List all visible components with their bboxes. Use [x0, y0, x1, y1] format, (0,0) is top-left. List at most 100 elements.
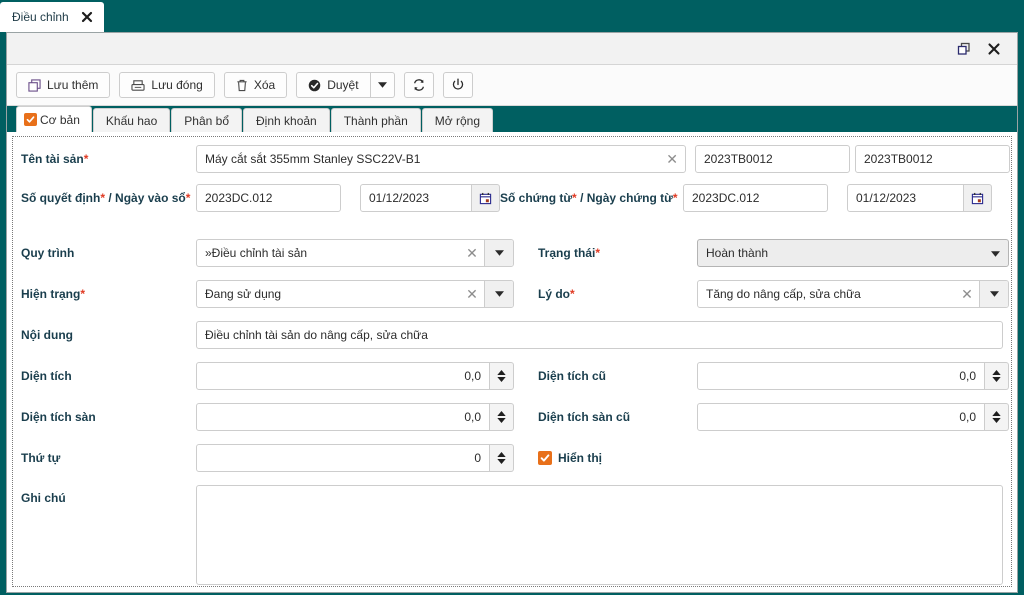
entry-date-value: 01/12/2023: [369, 191, 430, 205]
order-input[interactable]: 0: [196, 444, 490, 472]
save-close-label: Lưu đóng: [151, 78, 203, 92]
floor-area-spinner[interactable]: 0,0: [196, 403, 514, 431]
floor-area-old-input[interactable]: 0,0: [697, 403, 985, 431]
spinner-buttons[interactable]: [490, 444, 514, 472]
entry-date-field: 01/12/2023: [360, 184, 500, 212]
process-label-text: Quy trình: [21, 246, 75, 260]
check-icon: [24, 113, 37, 126]
decision-no-input[interactable]: 2023DC.012: [196, 184, 341, 212]
condition-label-text: Hiện trạng: [21, 287, 81, 301]
spinner-buttons[interactable]: [985, 362, 1009, 390]
order-spinner[interactable]: 0: [196, 444, 514, 472]
chevron-down-icon: [991, 246, 1000, 260]
content-input[interactable]: Điều chỉnh tài sản do nâng cấp, sửa chữa: [196, 321, 1003, 349]
condition-combobox[interactable]: Đang sử dụng ✕: [196, 280, 514, 308]
floor-area-label-text: Diện tích sàn: [21, 410, 96, 424]
reason-combobox[interactable]: Tăng do nâng cấp, sửa chữa ✕: [697, 280, 1009, 308]
asset-code-input-1[interactable]: 2023TB0012: [695, 145, 850, 173]
process-combobox[interactable]: »Điều chỉnh tài sản ✕: [196, 239, 514, 267]
asset-code-input-2[interactable]: 2023TB0012: [855, 145, 1010, 173]
asset-name-value: Máy cắt sắt 355mm Stanley SSC22V-B1: [205, 152, 421, 166]
voucher-no-input[interactable]: 2023DC.012: [683, 184, 828, 212]
clear-icon[interactable]: ✕: [666, 152, 678, 166]
floor-area-input[interactable]: 0,0: [196, 403, 490, 431]
spinner-buttons[interactable]: [985, 403, 1009, 431]
toolbar: Lưu thêm Lưu đóng Xóa Duyệt: [7, 65, 1017, 106]
approve-label: Duyệt: [327, 78, 359, 92]
save-close-button[interactable]: Lưu đóng: [119, 72, 215, 98]
order-label-text: Thứ tự: [21, 451, 61, 465]
row-condition-reason: Hiện trạng* Đang sử dụng ✕ Lý do* Tăng d…: [21, 280, 1009, 308]
display-checkbox[interactable]: [538, 451, 552, 465]
tab-label: Khấu hao: [105, 113, 158, 128]
content-label: Nội dung: [21, 328, 196, 342]
required-marker: *: [672, 191, 678, 205]
form-panel: Tên tài sản* Máy cắt sắt 355mm Stanley S…: [7, 132, 1017, 592]
voucher-date-value: 01/12/2023: [856, 191, 917, 205]
tab-label: Thành phần: [343, 113, 408, 128]
save-add-button[interactable]: Lưu thêm: [16, 72, 111, 98]
required-marker: *: [83, 152, 89, 166]
process-value: »Điều chỉnh tài sản: [197, 240, 460, 266]
chevron-down-icon[interactable]: [979, 281, 1008, 307]
save-disk-icon: [131, 79, 145, 92]
voucher-date-input[interactable]: 01/12/2023: [847, 184, 964, 212]
tab-mo-rong[interactable]: Mở rộng: [421, 108, 493, 132]
chevron-down-icon[interactable]: [484, 281, 513, 307]
approve-button[interactable]: Duyệt: [296, 72, 371, 98]
power-icon[interactable]: [442, 72, 473, 98]
trash-icon: [236, 79, 248, 92]
floor-area-old-label-text: Diện tích sàn cũ: [538, 410, 631, 424]
chevron-down-icon[interactable]: [484, 240, 513, 266]
close-window-icon[interactable]: [981, 37, 1007, 61]
process-value-text: »Điều chỉnh tài sản: [205, 246, 308, 260]
area-spinner[interactable]: 0,0: [196, 362, 514, 390]
window-titlebar: [7, 33, 1017, 65]
tab-label: Cơ bản: [40, 112, 80, 127]
area-old-spinner[interactable]: 0,0: [697, 362, 1009, 390]
tab-co-ban[interactable]: Cơ bản: [16, 106, 92, 132]
tab-khau-hao[interactable]: Khấu hao: [92, 108, 171, 132]
content-value: Điều chỉnh tài sản do nâng cấp, sửa chữa: [205, 328, 428, 342]
spinner-buttons[interactable]: [490, 362, 514, 390]
close-icon[interactable]: [80, 10, 94, 24]
floor-area-value: 0,0: [464, 410, 481, 424]
area-old-input[interactable]: 0,0: [697, 362, 985, 390]
area-input[interactable]: 0,0: [196, 362, 490, 390]
reason-value: Tăng do nâng cấp, sửa chữa: [698, 281, 955, 307]
spinner-buttons[interactable]: [490, 403, 514, 431]
row-process-status: Quy trình »Điều chỉnh tài sản ✕ Trạng th…: [21, 239, 1009, 267]
condition-value: Đang sử dụng: [197, 281, 460, 307]
clear-icon[interactable]: ✕: [955, 281, 979, 307]
note-textarea[interactable]: [196, 485, 1003, 585]
delete-button[interactable]: Xóa: [223, 72, 288, 98]
clear-icon[interactable]: ✕: [460, 281, 484, 307]
entry-date-input[interactable]: 01/12/2023: [360, 184, 472, 212]
floor-area-old-spinner[interactable]: 0,0: [697, 403, 1009, 431]
status-select[interactable]: Hoàn thành: [697, 239, 1009, 267]
dialog-window: Lưu thêm Lưu đóng Xóa Duyệt Cơ bản Khấu …: [6, 32, 1018, 593]
browser-tab-strip: Điều chỉnh: [0, 0, 1024, 32]
restore-window-icon[interactable]: [951, 37, 977, 61]
reason-value-text: Tăng do nâng cấp, sửa chữa: [706, 287, 861, 301]
calendar-icon[interactable]: [964, 184, 992, 212]
row-order-display: Thứ tự 0 Hiển thị: [21, 444, 1003, 472]
asset-name-input[interactable]: Máy cắt sắt 355mm Stanley SSC22V-B1 ✕: [196, 145, 686, 173]
area-value: 0,0: [464, 369, 481, 383]
refresh-icon[interactable]: [403, 72, 434, 98]
status-label-text: Trạng thái: [538, 246, 596, 260]
form-body: Tên tài sản* Máy cắt sắt 355mm Stanley S…: [12, 136, 1012, 587]
asset-name-label: Tên tài sản*: [21, 152, 196, 166]
tab-phan-bo[interactable]: Phân bổ: [171, 108, 242, 132]
order-label: Thứ tự: [21, 451, 196, 465]
reason-label: Lý do*: [514, 287, 697, 301]
tab-thanh-phan[interactable]: Thành phần: [330, 108, 421, 132]
chevron-down-icon[interactable]: [370, 72, 395, 98]
clear-icon[interactable]: ✕: [460, 240, 484, 266]
page-tab-dieu-chinh[interactable]: Điều chỉnh: [0, 2, 104, 32]
tab-dinh-khoan[interactable]: Định khoản: [243, 108, 330, 132]
required-marker: *: [572, 191, 577, 205]
approve-split-button: Duyệt: [296, 72, 395, 98]
calendar-icon[interactable]: [472, 184, 500, 212]
condition-label: Hiện trạng*: [21, 287, 196, 301]
